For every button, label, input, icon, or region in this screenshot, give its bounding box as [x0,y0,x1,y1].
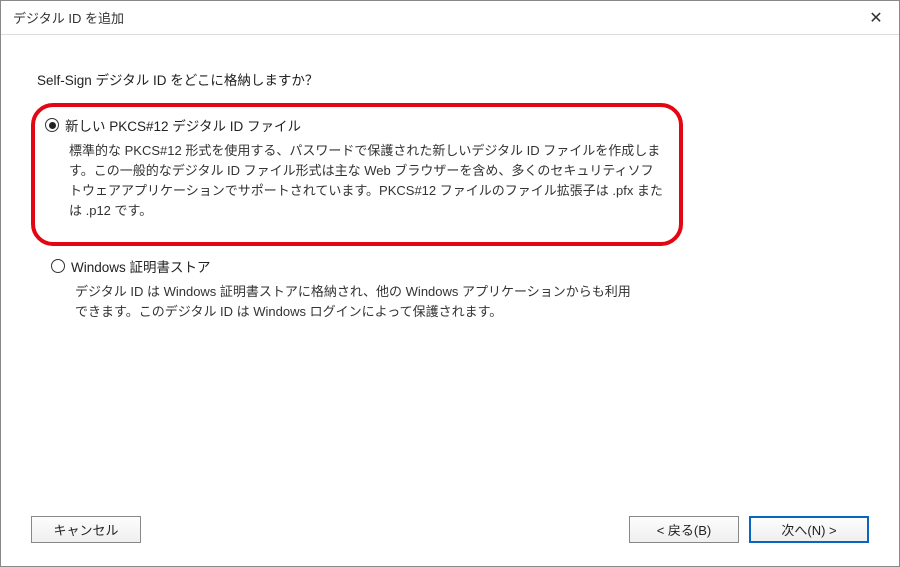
nav-button-group: < 戻る(B) 次へ(N) > [629,516,869,543]
radio-selected-icon[interactable] [45,118,59,132]
storage-question: Self-Sign デジタル ID をどこに格納しますか？ [37,69,863,89]
option-pkcs12-description: 標準的な PKCS#12 形式を使用する、パスワードで保護された新しいデジタル … [69,141,663,222]
option-pkcs12[interactable]: 新しい PKCS#12 デジタル ID ファイル 標準的な PKCS#12 形式… [45,115,663,222]
close-icon: ✕ [869,8,882,28]
option-windows-label: Windows 証明書ストア [71,256,211,276]
option-windows-store[interactable]: Windows 証明書ストア デジタル ID は Windows 証明書ストアに… [51,256,643,322]
dialog-content: Self-Sign デジタル ID をどこに格納しますか？ 新しい PKCS#1… [1,35,899,508]
option-windows-description: デジタル ID は Windows 証明書ストアに格納され、他の Windows… [75,282,643,322]
radio-unselected-icon[interactable] [51,259,65,273]
cancel-button[interactable]: キャンセル [31,516,141,543]
close-button[interactable]: ✕ [853,1,899,35]
dialog-footer: キャンセル < 戻る(B) 次へ(N) > [1,508,899,566]
back-button[interactable]: < 戻る(B) [629,516,739,543]
titlebar-title: デジタル ID を追加 [13,8,124,27]
next-button-label: 次へ(N) > [781,520,836,539]
option-windows-row[interactable]: Windows 証明書ストア [51,256,643,276]
titlebar: デジタル ID を追加 ✕ [1,1,899,35]
dialog-window: デジタル ID を追加 ✕ Self-Sign デジタル ID をどこに格納しま… [0,0,900,567]
back-button-label: < 戻る(B) [657,520,712,539]
option-pkcs12-label: 新しい PKCS#12 デジタル ID ファイル [65,115,301,135]
next-button[interactable]: 次へ(N) > [749,516,869,543]
cancel-button-label: キャンセル [53,520,118,539]
option-pkcs12-row[interactable]: 新しい PKCS#12 デジタル ID ファイル [45,115,663,135]
highlight-annotation: 新しい PKCS#12 デジタル ID ファイル 標準的な PKCS#12 形式… [31,103,683,246]
